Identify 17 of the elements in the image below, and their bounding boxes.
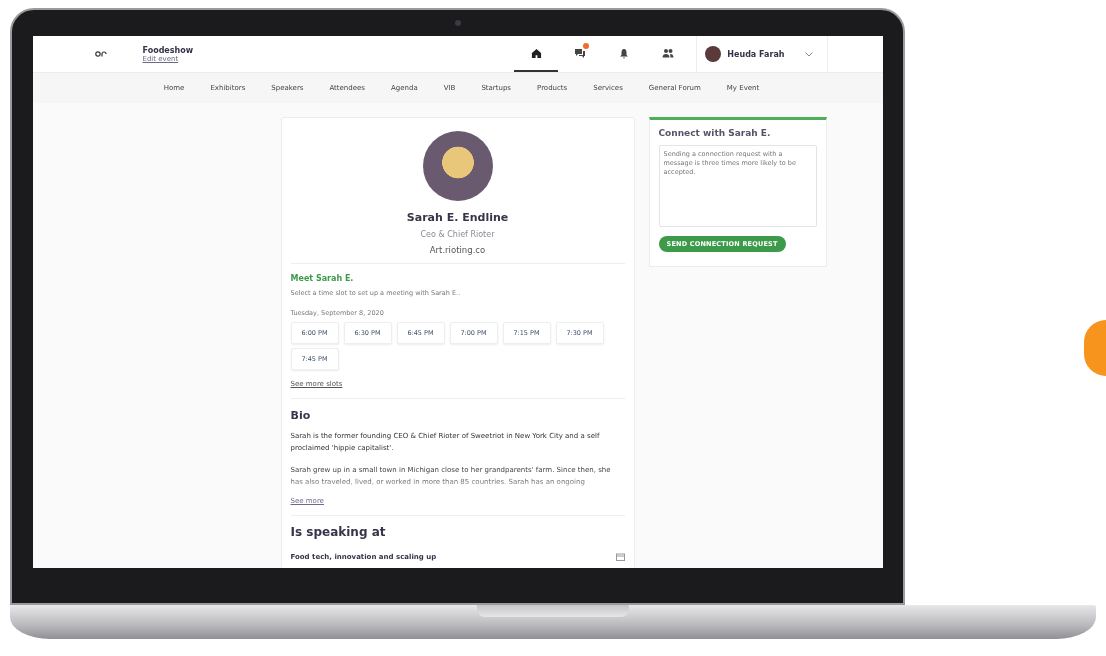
camera-icon — [454, 20, 461, 26]
profile-website: Art.rioting.co — [429, 245, 486, 255]
connect-heading: Connect with Sarah E. — [658, 128, 772, 138]
logo-icon[interactable] — [94, 51, 107, 57]
home-icon — [530, 47, 542, 59]
speaking-heading: Is speaking at — [290, 525, 387, 539]
profile-title: Ceo & Chief Rioter — [420, 230, 495, 239]
meeting-heading: Meet Sarah E. — [290, 274, 355, 283]
bell-icon — [619, 47, 630, 59]
calendar-icon[interactable] — [615, 553, 625, 561]
chevron-icon — [804, 51, 813, 57]
event-name: Foodeshow — [142, 45, 195, 55]
chat-icon — [574, 47, 587, 59]
people-icon — [662, 48, 675, 58]
bio-heading: Bio — [290, 409, 312, 422]
profile-name: Sarah E. Endline — [406, 211, 509, 224]
avatar-circle — [705, 46, 722, 62]
